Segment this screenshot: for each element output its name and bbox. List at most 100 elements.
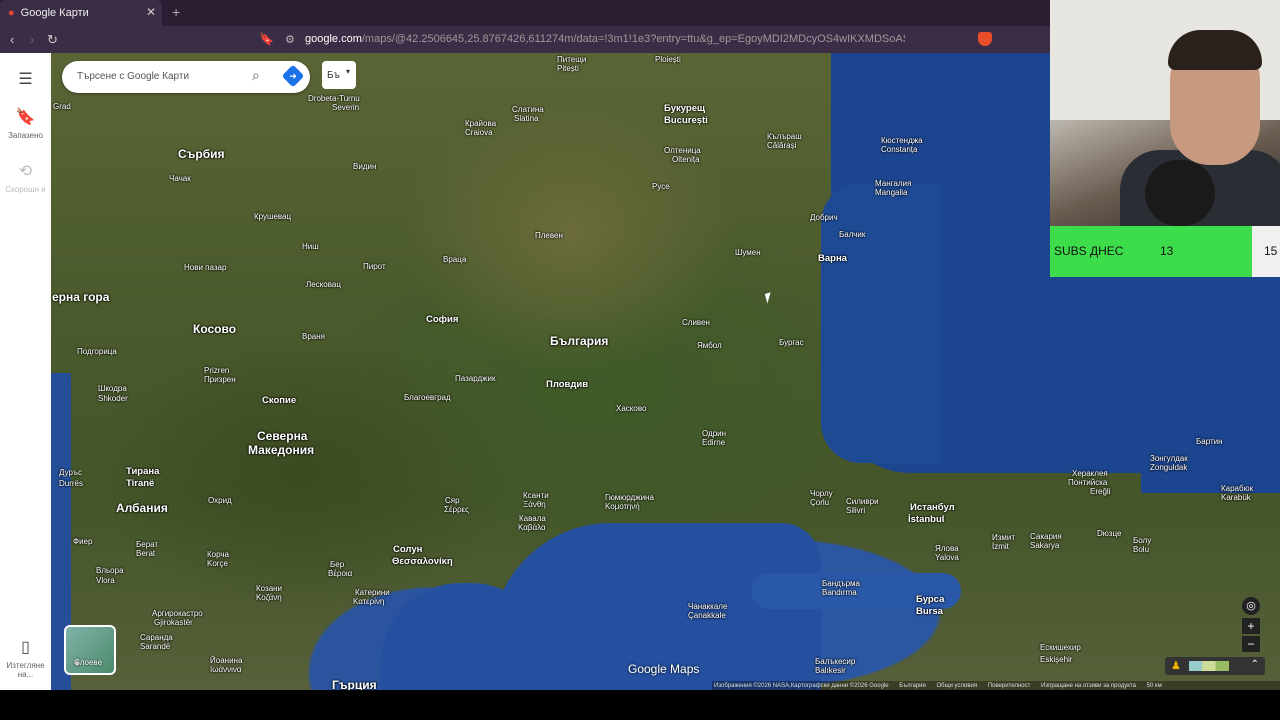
city-label: Zonguldak bbox=[1150, 463, 1188, 472]
city-label: Русе bbox=[652, 182, 670, 191]
search-input[interactable]: Търсене с Google Карти bbox=[77, 71, 189, 82]
city-label: Пирот bbox=[363, 262, 386, 271]
site-info-icon[interactable]: ⚙ bbox=[285, 33, 295, 46]
city-label: Враца bbox=[443, 255, 467, 264]
city-label: Подгорица bbox=[77, 347, 117, 356]
city-label: Крушевац bbox=[254, 212, 292, 221]
city-label: Дуръс bbox=[59, 468, 82, 477]
city-label: Pitești bbox=[557, 64, 579, 73]
browser-tab[interactable]: ● Google Карти ✕ bbox=[0, 0, 162, 26]
scale-label: 50 км bbox=[1146, 683, 1162, 689]
close-tab-icon[interactable]: ✕ bbox=[146, 5, 156, 19]
search-icon[interactable]: ⌕ bbox=[252, 67, 260, 84]
my-location-icon[interactable]: ◎ bbox=[1242, 597, 1260, 615]
feedback-link[interactable]: Изпращане на отзиви за продукта bbox=[1041, 683, 1136, 689]
tab-title: Google Карти bbox=[20, 7, 89, 19]
city-label: Кюстенджа bbox=[881, 136, 923, 145]
terms-link[interactable]: Общи условия bbox=[936, 683, 977, 689]
city-label: Призрен bbox=[204, 375, 236, 384]
city-label: Карабюк bbox=[1221, 484, 1254, 493]
city-label: Бер bbox=[330, 560, 345, 569]
city-label: Катерини bbox=[355, 588, 390, 597]
city-label: Козани bbox=[256, 584, 283, 593]
new-tab-icon[interactable]: + bbox=[172, 4, 180, 20]
city-label: Κομοτηνή bbox=[605, 502, 640, 511]
back-icon[interactable]: ‹ bbox=[10, 32, 14, 47]
city-label: Берат bbox=[136, 540, 159, 549]
city-label: Бургас bbox=[779, 338, 804, 347]
country-label: Северна bbox=[257, 429, 308, 443]
zoom-out-button[interactable]: − bbox=[1242, 636, 1260, 652]
city-label: Чанаккале bbox=[688, 602, 728, 611]
phone-icon: ▯ bbox=[21, 639, 30, 656]
city-label: Grad bbox=[53, 102, 71, 111]
city-label: İstanbul bbox=[908, 514, 945, 525]
city-label: Bursa bbox=[916, 606, 943, 617]
region-link[interactable]: България bbox=[899, 683, 926, 689]
address-bar-row: ‹ › ↻ 🔖 ⚙ google.com/maps/@42.2506645,25… bbox=[0, 26, 1050, 53]
url-host: google.com bbox=[305, 33, 362, 45]
imagery-thumbnails[interactable] bbox=[1189, 661, 1229, 671]
layers-button[interactable]: ◈ Слоеве bbox=[64, 625, 116, 675]
city-label: Korçe bbox=[207, 559, 228, 568]
menu-button[interactable]: ☰ bbox=[0, 69, 51, 93]
country-label: Сърбия bbox=[178, 147, 225, 161]
privacy-link[interactable]: Поверителност bbox=[988, 683, 1031, 689]
city-label: Фиер bbox=[73, 537, 93, 546]
browser-tab-bar: ● Google Карти ✕ + bbox=[0, 0, 1050, 26]
city-label: Θεσσαλονίκη bbox=[392, 556, 453, 567]
city-label: Balıkesir bbox=[815, 666, 846, 675]
city-label: Mangalia bbox=[875, 188, 908, 197]
city-label: Dюзце bbox=[1097, 529, 1122, 538]
city-label: Ямбол bbox=[697, 341, 722, 350]
layers-label: Слоеве bbox=[74, 658, 103, 667]
expand-icon[interactable]: ⌃ bbox=[1251, 659, 1259, 670]
subs-count: 13 bbox=[1160, 244, 1174, 258]
forward-icon[interactable]: › bbox=[30, 32, 34, 47]
city-label: Oltenița bbox=[672, 155, 700, 164]
webcam-feed bbox=[1050, 0, 1280, 226]
city-label: Варна bbox=[818, 253, 847, 264]
city-label: Добрич bbox=[810, 213, 838, 222]
reload-icon[interactable]: ↻ bbox=[47, 32, 58, 48]
city-label: Болу bbox=[1133, 536, 1152, 545]
city-label: Vlora bbox=[96, 576, 115, 585]
city-label: Бартин bbox=[1196, 437, 1223, 446]
brave-shield-icon[interactable] bbox=[978, 32, 992, 46]
city-label: Корча bbox=[207, 550, 229, 559]
language-button[interactable]: Бъ ▾ bbox=[322, 61, 356, 89]
city-label: Солун bbox=[393, 544, 423, 555]
bottom-bar bbox=[0, 690, 1280, 720]
directions-icon[interactable]: ➜ bbox=[281, 64, 305, 88]
city-label: Балчик bbox=[839, 230, 866, 239]
city-label: Слатина bbox=[512, 105, 544, 114]
url-field[interactable]: google.com/maps/@42.2506645,25.8767426,6… bbox=[305, 33, 905, 45]
city-label: Craiova bbox=[465, 128, 493, 137]
recent-button[interactable]: ⟲ Скорошн и bbox=[0, 161, 51, 194]
hamburger-icon: ☰ bbox=[18, 71, 33, 88]
city-label: Силиври bbox=[846, 497, 879, 506]
city-label: Κατερίνη bbox=[353, 597, 385, 606]
subs-label: SUBS ДНЕС bbox=[1054, 244, 1124, 258]
url-path: /maps/@42.2506645,25.8767426,611274m/dat… bbox=[361, 33, 905, 45]
city-label: Сакария bbox=[1030, 532, 1062, 541]
zoom-in-button[interactable]: + bbox=[1242, 618, 1260, 634]
download-button[interactable]: ▯ Изтегляне на... bbox=[0, 637, 51, 679]
city-label: Кълъраш bbox=[767, 132, 802, 141]
city-label: Ιωάννινα bbox=[210, 665, 242, 674]
pegman-icon[interactable]: ♟ bbox=[1171, 659, 1181, 672]
city-label: Ниш bbox=[302, 242, 319, 251]
language-label: Бъ bbox=[327, 70, 340, 81]
recent-label: Скорошн и bbox=[5, 185, 46, 194]
microphone-icon bbox=[1145, 160, 1215, 226]
city-label: Благоевград bbox=[404, 393, 451, 402]
history-icon: ⟲ bbox=[18, 163, 33, 180]
bookmark-icon[interactable]: 🔖 bbox=[259, 32, 274, 46]
saved-button[interactable]: 🔖 Запазено bbox=[0, 107, 51, 140]
city-label: Slatina bbox=[514, 114, 539, 123]
search-box[interactable]: Търсене с Google Карти ⌕ ➜ bbox=[62, 61, 310, 93]
city-label: Eskişehir bbox=[1040, 655, 1073, 664]
city-label: Одрин bbox=[702, 429, 727, 438]
city-label: Питещи bbox=[557, 55, 587, 64]
city-label: Шкодра bbox=[98, 384, 127, 393]
